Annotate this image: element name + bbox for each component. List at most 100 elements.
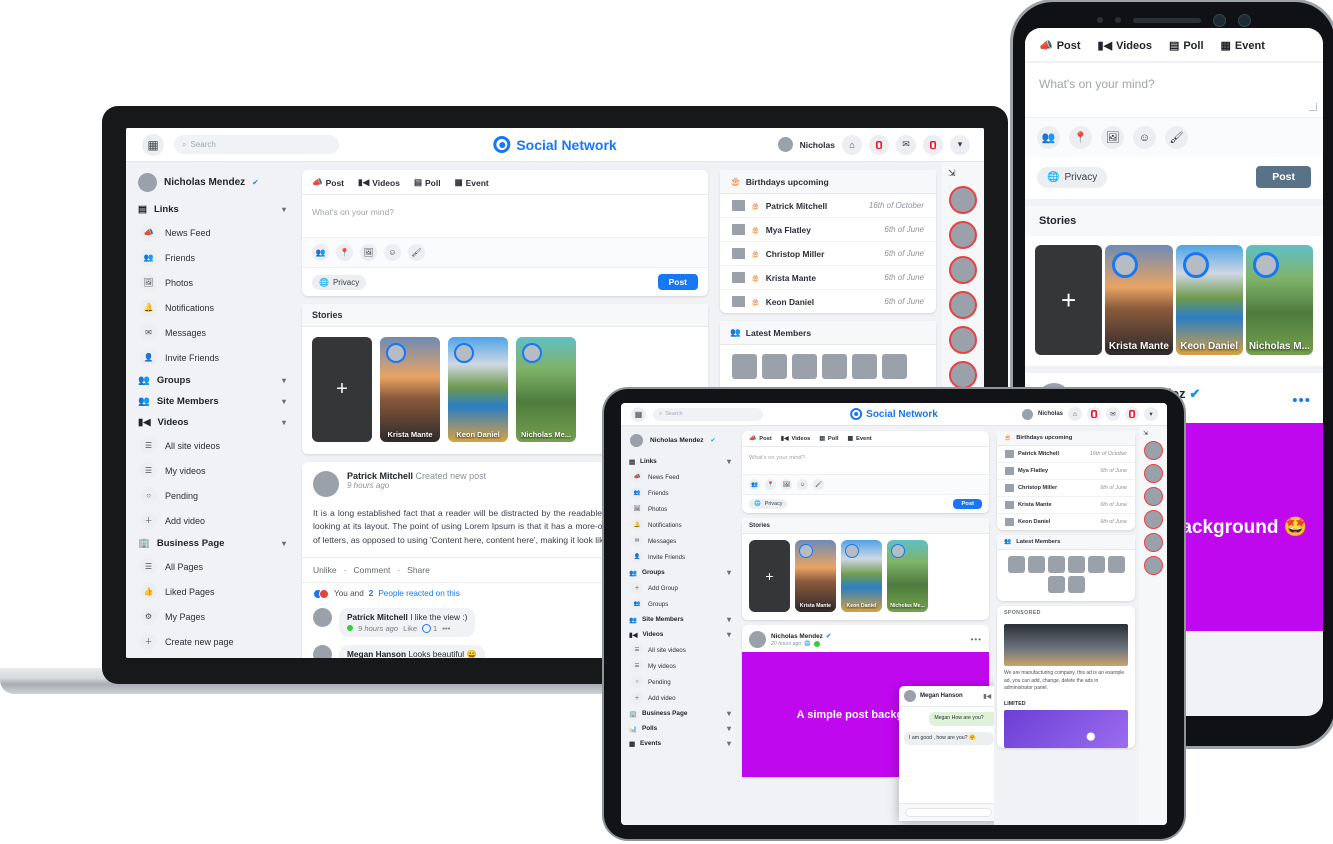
header-username[interactable]: Nicholas [1038,411,1063,417]
location-icon[interactable]: 📍 [1069,126,1092,149]
comment-more-icon[interactable]: ••• [442,624,450,633]
emoji-icon[interactable]: ☺ [1133,126,1156,149]
composer-input[interactable]: What's on your mind? [302,195,708,237]
sidebar-section-groups[interactable]: 👥 Groups ▾ [136,370,288,391]
contact-avatar[interactable] [949,221,977,249]
sidebar-item-photos[interactable]: 🖼 Photos [628,501,732,517]
avatar[interactable] [1027,556,1045,573]
tag-people-icon[interactable]: 👥 [749,479,760,490]
contact-avatar[interactable] [949,186,977,214]
friend-requests-icon[interactable]: ▮ [1087,407,1101,421]
birthday-row[interactable]: Mya Flatley 6th of June [997,463,1135,480]
avatar[interactable] [762,354,787,379]
sidebar-section-links[interactable]: ▤ Links ▾ [628,454,732,469]
chevron-down-icon[interactable]: ▾ [282,397,286,406]
emoji-icon[interactable]: ☺ [797,479,808,490]
privacy-button[interactable]: 🌐 Privacy [1037,166,1108,188]
contact-avatar[interactable] [1143,441,1163,460]
story-item[interactable]: Keon Daniel [448,337,508,442]
avatar[interactable] [1047,556,1065,573]
comment-author[interactable]: Megan Hanson [347,649,406,658]
avatar[interactable] [313,471,339,497]
avatar[interactable] [1107,556,1125,573]
sidebar-section-links[interactable]: ▤ Links ▾ [136,199,288,220]
contact-avatar[interactable] [949,291,977,319]
tab-videos[interactable]: ▮◀ Videos [1098,39,1152,53]
messages-icon[interactable]: ✉ [896,134,916,155]
tab-poll[interactable]: ▤ Poll [1169,39,1204,53]
privacy-button[interactable]: 🌐 Privacy [749,499,788,509]
birthday-row[interactable]: 🎂 Keon Daniel 6th of June [720,290,936,313]
birthday-row[interactable]: 🎂 Mya Flatley 6th of June [720,218,936,242]
sidebar-profile[interactable]: Nicholas Mendez ✔ [136,170,288,199]
tag-people-icon[interactable]: 👥 [312,244,329,261]
story-item[interactable]: Krista Mante [380,337,440,442]
share-button[interactable]: Share [407,565,430,575]
birthday-row[interactable]: 🎂 Krista Mante 6th of June [720,266,936,290]
tag-people-icon[interactable]: 👥 [1037,126,1060,149]
header-username[interactable]: Nicholas [800,140,835,150]
notifications-icon[interactable]: ▮ [923,134,943,155]
add-story-button[interactable]: + [312,337,372,442]
sidebar-item-liked-pages[interactable]: 👍 Liked Pages [136,579,288,604]
story-item[interactable]: Nicholas M... [1245,245,1313,355]
brand-logo[interactable]: Social Network [850,408,938,420]
birthday-row[interactable]: Patrick Mitchell 16th of October [997,446,1135,463]
sidebar-section-polls[interactable]: 📊Polls▾ [136,654,288,658]
friend-requests-icon[interactable]: ▮ [869,134,889,155]
post-author[interactable]: Nicholas Mendez [771,633,823,640]
home-icon[interactable]: ⌂ [1068,407,1082,421]
tab-event[interactable]: ▦ Event [455,177,489,188]
video-call-icon[interactable]: ▮◀ [983,693,991,700]
avatar[interactable] [822,354,847,379]
sidebar-item-friends[interactable]: 👥 Friends [628,485,732,501]
sidebar-item-my-videos[interactable]: ☰ My videos [136,458,288,483]
tab-poll[interactable]: ▤ Poll [414,177,441,188]
emoji-icon[interactable]: ☺ [384,244,401,261]
avatar[interactable] [732,354,757,379]
sidebar-item-my-videos[interactable]: ☰ My videos [628,658,732,674]
location-icon[interactable]: 📍 [336,244,353,261]
sidebar-item-groups[interactable]: 👥 Groups [628,596,732,612]
sidebar-section-videos[interactable]: ▮◀ Videos ▾ [628,627,732,642]
photo-icon[interactable]: 🖼 [360,244,377,261]
chevron-down-icon[interactable]: ▾ [950,134,970,155]
sidebar-item-notifications[interactable]: 🔔 Notifications [628,517,732,533]
sidebar-item-invite-friends[interactable]: 👤 Invite Friends [628,549,732,565]
sidebar-section-polls[interactable]: 📊Polls▾ [628,721,732,736]
avatar[interactable] [777,137,793,152]
search-input[interactable]: ⌕ Search [653,407,763,421]
contact-avatar[interactable] [1143,487,1163,506]
sidebar-section-events[interactable]: ▦ Events ▾ [628,736,732,751]
sidebar-item-messages[interactable]: ✉ Messages [628,533,732,549]
sidebar-item-my-pages[interactable]: ⚙ My Pages [136,604,288,629]
chevron-down-icon[interactable]: ▾ [282,376,286,385]
chevron-down-icon[interactable]: ▾ [727,709,731,718]
birthday-row[interactable]: Christop Miller 6th of June [997,480,1135,497]
story-item[interactable]: Nicholas Me... [516,337,576,442]
birthday-row[interactable]: Keon Daniel 6th of June [997,514,1135,530]
sidebar-item-friends[interactable]: 👥 Friends [136,245,288,270]
comment-reaction[interactable]: 1 [422,623,437,633]
sidebar-section-site-members[interactable]: 👥 Site Members ▾ [136,391,288,412]
sidebar-section-business-page[interactable]: 🏢 Business Page ▾ [628,706,732,721]
chevron-down-icon[interactable]: ▾ [727,739,731,748]
sponsored-image[interactable] [1004,624,1128,666]
contact-avatar[interactable] [949,256,977,284]
more-options-icon[interactable]: ••• [971,635,982,644]
more-options-icon[interactable]: ••• [1292,392,1311,409]
photo-icon[interactable]: 🖼 [781,479,792,490]
sidebar-item-photos[interactable]: 🖼 Photos [136,270,288,295]
collapse-contacts-icon[interactable]: ⇲ [948,168,956,179]
chevron-down-icon[interactable]: ▾ [727,457,731,466]
unlike-button[interactable]: Unlike [313,565,337,575]
sidebar-item-add-group[interactable]: ＋ Add Group [628,580,732,596]
chevron-down-icon[interactable]: ▾ [1144,407,1158,421]
story-item[interactable]: Nicholas Me... [887,540,928,612]
tab-post[interactable]: 📣 Post [312,177,344,188]
sidebar-item-add-video[interactable]: ＋ Add video [136,508,288,533]
contact-avatar[interactable] [1143,464,1163,483]
sidebar-section-business-page[interactable]: 🏢 Business Page ▾ [136,533,288,554]
chevron-down-icon[interactable]: ▾ [282,418,286,427]
story-item[interactable]: Keon Daniel [841,540,882,612]
